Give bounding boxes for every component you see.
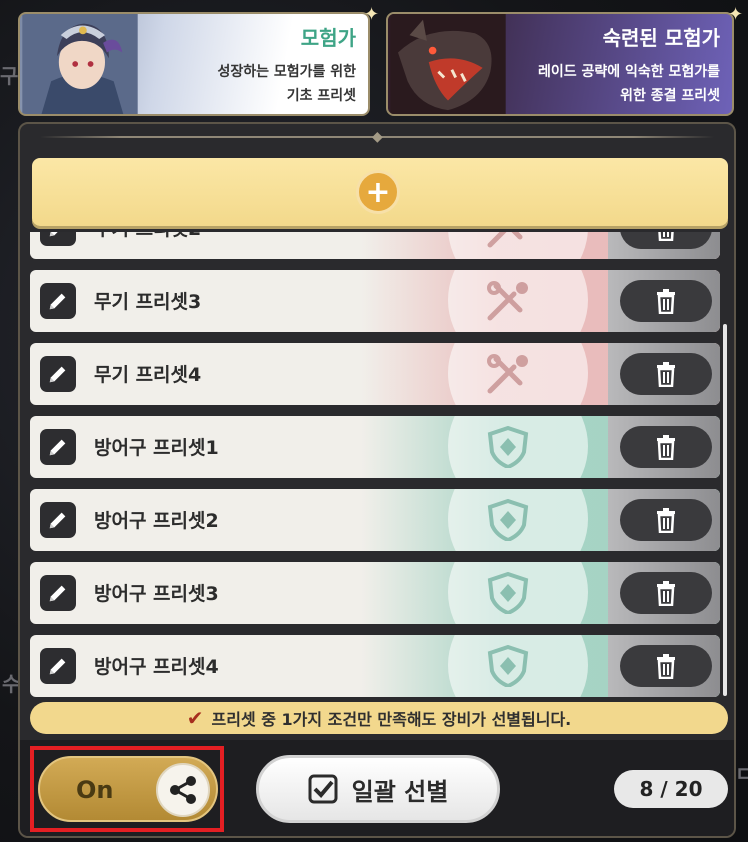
delete-zone: [608, 232, 720, 259]
share-toggle[interactable]: On: [38, 756, 218, 822]
pencil-icon[interactable]: [40, 232, 76, 246]
checkmark-icon: ✔: [186, 706, 204, 730]
card-title: 숙련된 모험가: [602, 26, 720, 50]
weapon-icon: [486, 353, 530, 395]
preset-row[interactable]: 방어구 프리셋1: [30, 416, 720, 478]
card-description: 레이드 공략에 익숙한 모험가를 위한 종결 프리셋: [537, 64, 720, 104]
trash-icon[interactable]: [620, 499, 712, 541]
bulk-select-label: 일괄 선별: [351, 777, 449, 806]
plus-icon[interactable]: +: [356, 170, 400, 214]
trash-icon[interactable]: [620, 645, 712, 687]
card-description: 성장하는 모험가를 위한 기초 프리셋: [217, 64, 356, 104]
shield-icon: [486, 498, 530, 543]
scrollbar[interactable]: [723, 324, 727, 696]
preset-row[interactable]: 무기 프리셋4: [30, 343, 720, 405]
diamond-ornament-icon: ◆: [372, 129, 383, 145]
shield-icon: [486, 425, 530, 470]
weapon-icon: [486, 232, 530, 249]
delete-zone: [608, 270, 720, 332]
adventurer-portrait-icon: [22, 14, 138, 114]
pencil-icon[interactable]: [40, 648, 76, 684]
preset-card-veteran[interactable]: 숙련된 모험가 레이드 공략에 익숙한 모험가를 위한 종결 프리셋: [386, 12, 734, 116]
preset-panel: ◆ + 무기 프리셋2 무기 프리셋3 무기 프리셋4 방어구 프리셋1 방어구 프리셋…: [18, 122, 736, 838]
sparkle-icon: ✦: [728, 4, 744, 25]
toggle-label: On: [76, 776, 114, 804]
preset-label: 방어구 프리셋4: [94, 656, 219, 678]
pencil-icon[interactable]: [40, 502, 76, 538]
checkbox-icon: [308, 774, 338, 804]
preset-row[interactable]: 무기 프리셋2: [30, 232, 720, 259]
card-title: 모험가: [300, 26, 356, 50]
preset-label: 무기 프리셋4: [94, 364, 202, 386]
pencil-icon[interactable]: [40, 575, 76, 611]
trash-icon[interactable]: [620, 426, 712, 468]
preset-row[interactable]: 방어구 프리셋2: [30, 489, 720, 551]
preset-label: 방어구 프리셋3: [94, 583, 219, 605]
sparkle-icon: ✦: [364, 4, 380, 25]
condition-notice: ✔ 프리셋 중 1가지 조건만 만족해도 장비가 선별됩니다.: [30, 702, 728, 734]
preset-label: 무기 프리셋3: [94, 291, 202, 313]
preset-list[interactable]: 무기 프리셋2 무기 프리셋3 무기 프리셋4 방어구 프리셋1 방어구 프리셋2 방어구…: [30, 232, 720, 700]
preset-row[interactable]: 무기 프리셋3: [30, 270, 720, 332]
delete-zone: [608, 562, 720, 624]
add-preset-bar[interactable]: +: [32, 158, 728, 226]
delete-zone: [608, 343, 720, 405]
preset-row[interactable]: 방어구 프리셋4: [30, 635, 720, 697]
preset-counter: 8 / 20: [614, 770, 728, 808]
preset-row[interactable]: 방어구 프리셋3: [30, 562, 720, 624]
trash-icon[interactable]: [620, 353, 712, 395]
shield-icon: [486, 571, 530, 616]
preset-label: 방어구 프리셋1: [94, 437, 219, 459]
trash-icon[interactable]: [620, 280, 712, 322]
trash-icon[interactable]: [620, 572, 712, 614]
edge-text-left-top: 구: [0, 64, 19, 88]
preset-label: 무기 프리셋2: [94, 232, 201, 241]
shield-icon: [486, 644, 530, 689]
pencil-icon[interactable]: [40, 283, 76, 319]
preset-label: 방어구 프리셋2: [94, 510, 219, 532]
preset-card-adventurer[interactable]: 모험가 성장하는 모험가를 위한 기초 프리셋: [18, 12, 370, 116]
delete-zone: [608, 489, 720, 551]
pencil-icon[interactable]: [40, 429, 76, 465]
bulk-select-button[interactable]: 일괄 선별: [256, 755, 500, 823]
share-icon[interactable]: [156, 763, 210, 817]
pencil-icon[interactable]: [40, 356, 76, 392]
weapon-icon: [486, 280, 530, 322]
trash-icon[interactable]: [620, 232, 712, 249]
edge-text-right: ㄷ: [735, 762, 748, 786]
notice-text: 프리셋 중 1가지 조건만 만족해도 장비가 선별됩니다.: [211, 710, 572, 729]
delete-zone: [608, 635, 720, 697]
delete-zone: [608, 416, 720, 478]
